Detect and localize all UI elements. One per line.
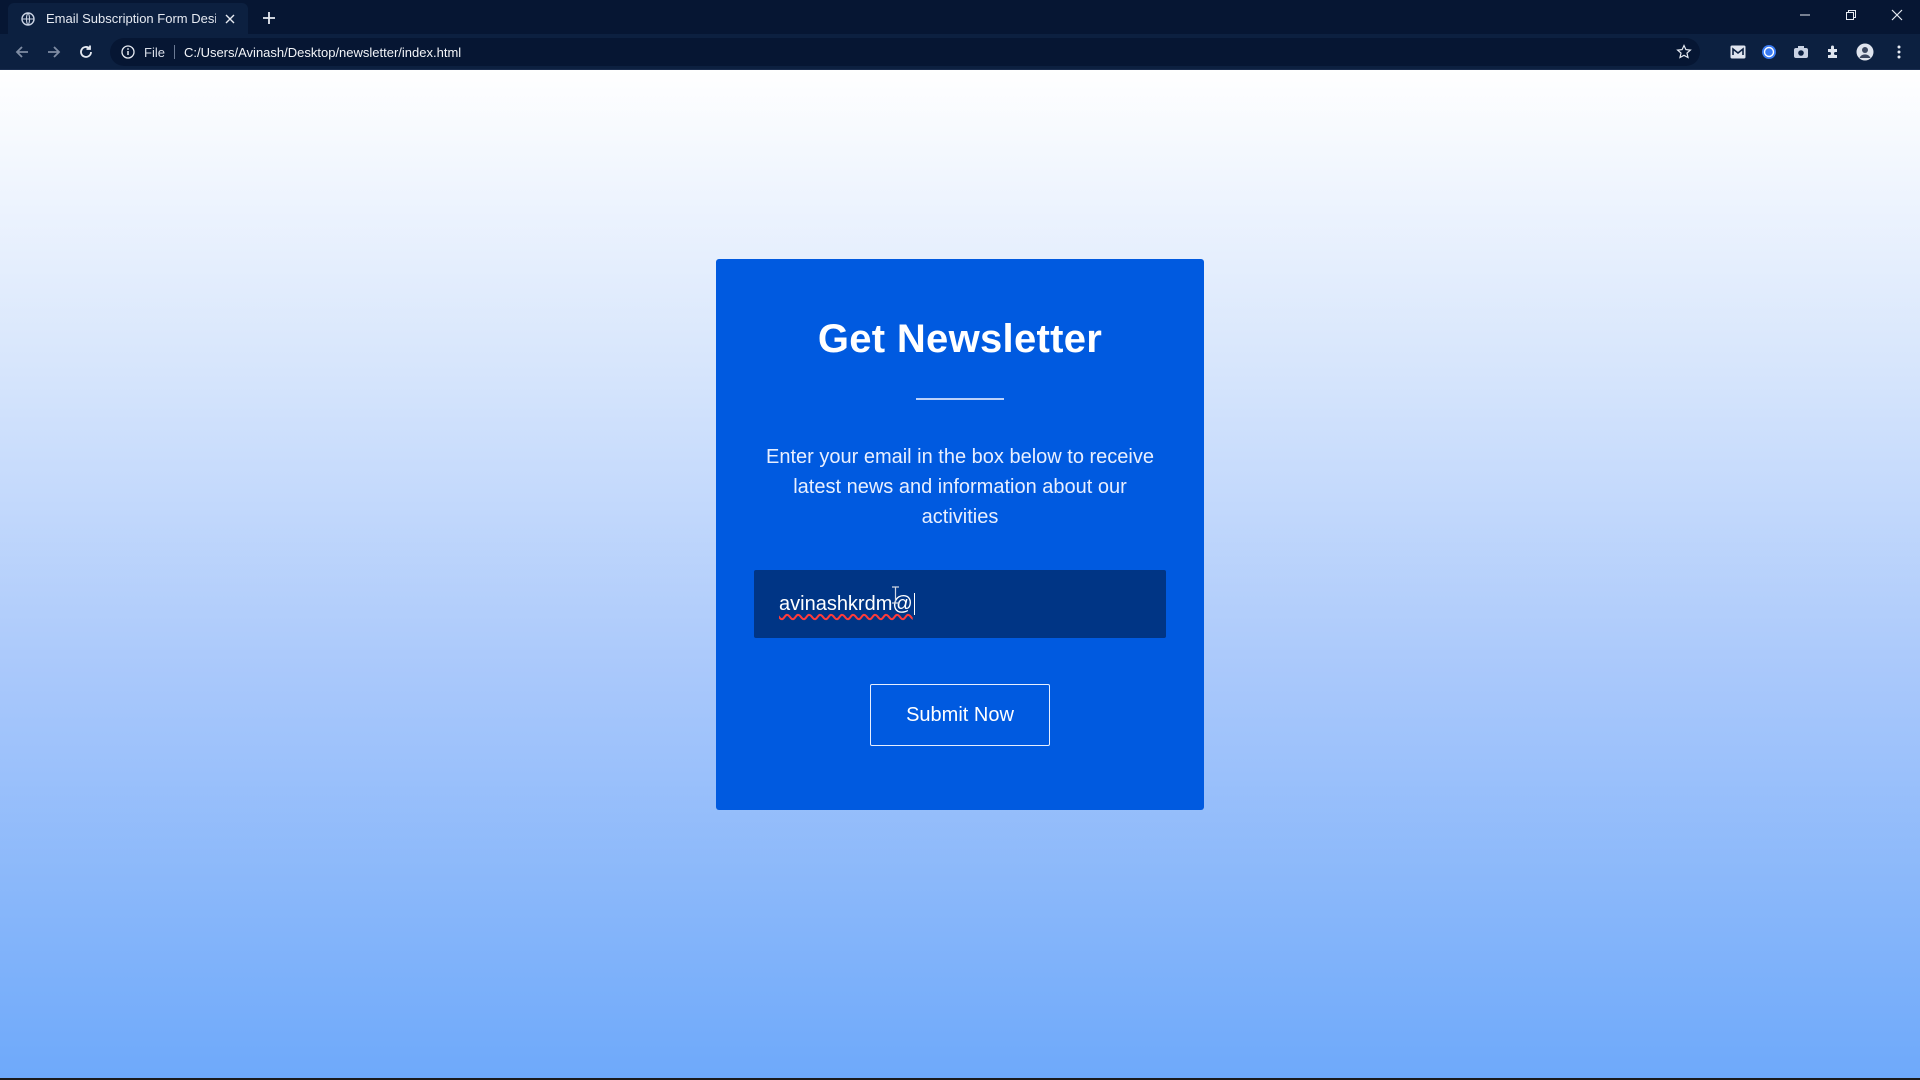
address-bar[interactable]: File C:/Users/Avinash/Desktop/newsletter… — [110, 38, 1700, 66]
newsletter-card: Get Newsletter Enter your email in the b… — [716, 259, 1204, 810]
forward-arrow-icon[interactable] — [42, 40, 66, 64]
address-url[interactable]: C:/Users/Avinash/Desktop/newsletter/inde… — [184, 45, 461, 60]
minimize-icon[interactable] — [1782, 0, 1828, 30]
title-divider — [916, 398, 1004, 400]
browser-toolbar: File C:/Users/Avinash/Desktop/newsletter… — [0, 34, 1920, 70]
globe-icon — [20, 11, 36, 27]
tab-strip: Email Subscription Form Design — [0, 0, 1920, 34]
star-icon[interactable] — [1676, 44, 1692, 60]
text-caret — [913, 593, 915, 615]
b-extension-icon[interactable] — [1760, 43, 1778, 61]
kebab-menu-icon[interactable] — [1890, 43, 1908, 61]
plus-icon[interactable] — [258, 7, 280, 29]
gmail-extension-icon[interactable] — [1729, 43, 1747, 61]
back-arrow-icon[interactable] — [10, 40, 34, 64]
tab-title: Email Subscription Form Design — [46, 11, 216, 26]
newsletter-title: Get Newsletter — [817, 317, 1103, 361]
restore-icon[interactable] — [1828, 0, 1874, 30]
close-icon[interactable] — [222, 11, 238, 27]
address-scheme: File — [144, 44, 165, 60]
info-icon[interactable] — [120, 44, 136, 60]
browser-tab[interactable]: Email Subscription Form Design — [8, 3, 248, 34]
newsletter-description: Enter your email in the box below to rec… — [766, 446, 1154, 528]
submit-button[interactable]: Submit Now — [870, 684, 1050, 746]
window-close-icon[interactable] — [1874, 0, 1920, 30]
camera-extension-icon[interactable] — [1792, 43, 1810, 61]
profile-avatar-icon[interactable] — [1856, 43, 1874, 61]
puzzle-extensions-icon[interactable] — [1824, 43, 1842, 61]
page-background: Get Newsletter Enter your email in the b… — [0, 70, 1920, 1078]
email-input[interactable]: avinashkrdm@ — [754, 570, 1166, 638]
reload-icon[interactable] — [74, 40, 98, 64]
ibeam-cursor-icon — [891, 586, 900, 609]
address-separator — [173, 45, 175, 59]
